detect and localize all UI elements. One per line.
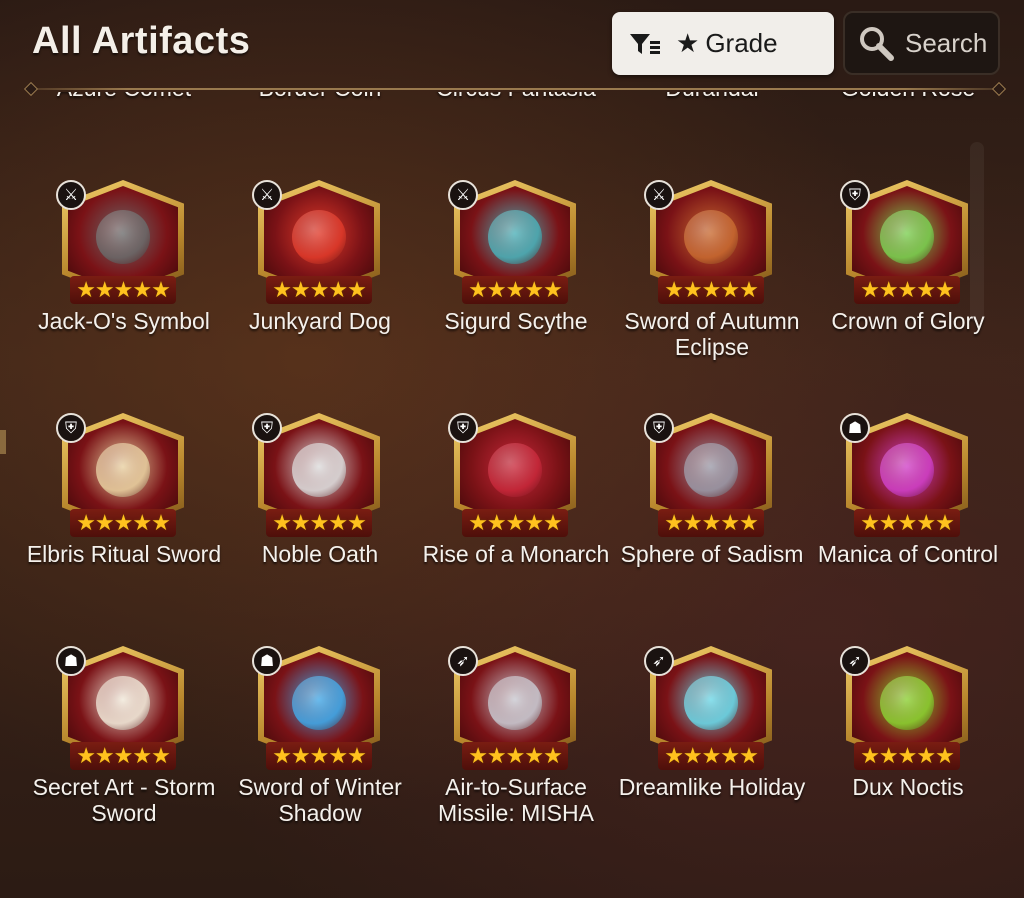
star-rating: ★★★★★	[462, 276, 568, 304]
artifact-name: Manica of Control	[817, 541, 999, 567]
artifact-icon: ★★★★★ ➶	[840, 646, 968, 770]
artifact-artwork	[488, 443, 542, 497]
header-bar: All Artifacts ★ Grade Search	[0, 0, 1024, 90]
hood-class-icon: ☗	[840, 413, 870, 443]
shield-class-icon: ⛨	[56, 413, 86, 443]
artifact-artwork	[96, 443, 150, 497]
artifact-artwork	[880, 443, 934, 497]
artifact-name: Sword of Autumn Eclipse	[624, 308, 800, 360]
shield-class-icon: ⛨	[840, 180, 870, 210]
artifact-artwork	[684, 210, 738, 264]
artifact-icon: ★★★★★ ⛨	[448, 413, 576, 537]
artifact-name: Secret Art - Storm Sword	[32, 774, 216, 826]
artifact-artwork	[292, 676, 346, 730]
artifact-artwork	[96, 676, 150, 730]
bow-class-icon: ➶	[448, 646, 478, 676]
artifact-artwork	[488, 676, 542, 730]
star-rating: ★★★★★	[658, 509, 764, 537]
sword-class-icon: ⚔	[252, 180, 282, 210]
artifact-name: Junkyard Dog	[249, 308, 391, 334]
artifact-artwork	[880, 676, 934, 730]
artifact-name: Noble Oath	[261, 541, 379, 567]
artifact-name: Air-to-Surface Missile: MISHA	[438, 774, 594, 826]
artifact-artwork	[684, 676, 738, 730]
artifact-artwork	[684, 443, 738, 497]
sword-class-icon: ⚔	[644, 180, 674, 210]
star-icon: ★	[676, 28, 700, 58]
artifact-name: Sword of Winter Shadow	[238, 774, 402, 826]
artifact-icon: ★★★★★ ☗	[252, 646, 380, 770]
star-rating: ★★★★★	[462, 742, 568, 770]
bow-class-icon: ➶	[840, 646, 870, 676]
artifact-icon: ★★★★★ ⚔	[644, 180, 772, 304]
artifact-name: Elbris Ritual Sword	[26, 541, 222, 567]
star-rating: ★★★★★	[658, 276, 764, 304]
shield-class-icon: ⛨	[252, 413, 282, 443]
artifact-name: Sigurd Scythe	[444, 308, 588, 334]
bow-class-icon: ➶	[644, 646, 674, 676]
artifact-artwork	[292, 210, 346, 264]
star-rating: ★★★★★	[266, 509, 372, 537]
artifact-icon: ★★★★★ ☗	[56, 646, 184, 770]
shield-class-icon: ⛨	[644, 413, 674, 443]
sword-class-icon: ⚔	[56, 180, 86, 210]
artifact-icon: ★★★★★ ➶	[448, 646, 576, 770]
star-rating: ★★★★★	[854, 276, 960, 304]
hood-class-icon: ☗	[252, 646, 282, 676]
artifact-icon: ★★★★★ ☗	[840, 413, 968, 537]
artifact-icon: ★★★★★ ⛨	[252, 413, 380, 537]
star-rating: ★★★★★	[658, 742, 764, 770]
artifact-icon: ★★★★★ ⚔	[56, 180, 184, 304]
search-button[interactable]: Search	[843, 11, 1000, 75]
artifact-icon: ★★★★★ ⚔	[448, 180, 576, 304]
artifact-name: Golden Rose	[810, 92, 1006, 101]
page-title: All Artifacts	[32, 20, 251, 62]
artifact-name: Durandal	[614, 92, 810, 101]
artifact-list-viewport[interactable]: ★★★★★ Azure Comet ★★★★★ Border Coin ★★★★★ Cir…	[0, 92, 1024, 898]
artifact-icon: ★★★★★ ⛨	[56, 413, 184, 537]
artifact-name: Border Coin	[222, 92, 418, 101]
artifact-name: Dux Noctis	[852, 774, 964, 800]
filter-list-icon	[630, 33, 660, 54]
shield-class-icon: ⛨	[448, 413, 478, 443]
artifact-name: Jack-O's Symbol	[38, 308, 210, 334]
artifact-icon: ★★★★★ ⛨	[840, 180, 968, 304]
star-rating: ★★★★★	[462, 509, 568, 537]
artifact-icon: ★★★★★ ⛨	[644, 413, 772, 537]
hood-class-icon: ☗	[56, 646, 86, 676]
star-rating: ★★★★★	[70, 276, 176, 304]
star-rating: ★★★★★	[266, 742, 372, 770]
artifact-name: Sphere of Sadism	[620, 541, 804, 567]
artifact-name: Dreamlike Holiday	[618, 774, 806, 800]
grade-sort-button[interactable]: ★ Grade	[612, 12, 834, 75]
search-label: Search	[905, 27, 988, 58]
grade-label: Grade	[705, 28, 778, 58]
artifact-artwork	[880, 210, 934, 264]
artifact-name: Rise of a Monarch	[422, 541, 610, 567]
star-rating: ★★★★★	[70, 742, 176, 770]
sword-class-icon: ⚔	[448, 180, 478, 210]
artifact-icon: ★★★★★ ➶	[644, 646, 772, 770]
star-rating: ★★★★★	[70, 509, 176, 537]
star-rating: ★★★★★	[854, 742, 960, 770]
artifact-artwork	[488, 210, 542, 264]
star-rating: ★★★★★	[854, 509, 960, 537]
artifact-name: Circus Fantasia	[418, 92, 614, 101]
artifact-artwork	[292, 443, 346, 497]
star-rating: ★★★★★	[266, 276, 372, 304]
artifact-name: Azure Comet	[26, 92, 222, 101]
search-icon	[860, 27, 894, 61]
artifact-icon: ★★★★★ ⚔	[252, 180, 380, 304]
scrollbar[interactable]	[970, 142, 984, 322]
header-divider	[30, 88, 1002, 90]
artifact-artwork	[96, 210, 150, 264]
